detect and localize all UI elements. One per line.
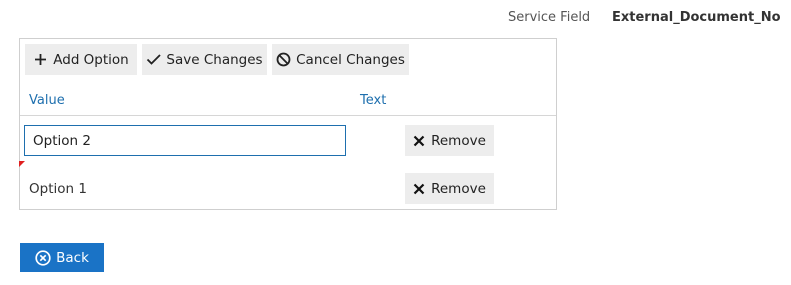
ban-icon bbox=[276, 52, 291, 67]
table-row: Remove bbox=[20, 121, 556, 161]
option-value-input[interactable] bbox=[24, 125, 346, 156]
service-field-label: Service Field bbox=[508, 10, 591, 25]
remove-button[interactable]: Remove bbox=[405, 173, 494, 204]
page: Service Field External_Document_No Add O… bbox=[0, 0, 791, 285]
cancel-changes-label: Cancel Changes bbox=[296, 51, 405, 68]
plus-icon bbox=[33, 52, 48, 67]
back-button[interactable]: Back bbox=[20, 243, 104, 272]
cancel-changes-button[interactable]: Cancel Changes bbox=[272, 44, 409, 75]
check-icon bbox=[146, 52, 162, 67]
dirty-marker bbox=[19, 161, 25, 167]
back-label: Back bbox=[56, 249, 89, 266]
option-value-text[interactable]: Option 1 bbox=[29, 181, 87, 197]
save-changes-button[interactable]: Save Changes bbox=[142, 44, 267, 75]
add-option-label: Add Option bbox=[53, 51, 129, 68]
table-row: Option 1 Remove bbox=[19, 161, 556, 209]
remove-label: Remove bbox=[431, 180, 486, 197]
x-icon bbox=[413, 183, 425, 195]
x-icon bbox=[413, 135, 425, 147]
column-header-text[interactable]: Text bbox=[360, 93, 386, 108]
column-header-value[interactable]: Value bbox=[29, 93, 65, 108]
save-changes-label: Save Changes bbox=[166, 51, 263, 68]
header-divider bbox=[20, 115, 556, 116]
remove-button[interactable]: Remove bbox=[405, 125, 494, 156]
options-editor: Add Option Save Changes Cancel Changes V… bbox=[19, 38, 557, 210]
add-option-button[interactable]: Add Option bbox=[25, 44, 137, 75]
remove-label: Remove bbox=[431, 132, 486, 149]
service-field-value: External_Document_No bbox=[612, 10, 781, 25]
circle-x-icon bbox=[35, 249, 51, 266]
